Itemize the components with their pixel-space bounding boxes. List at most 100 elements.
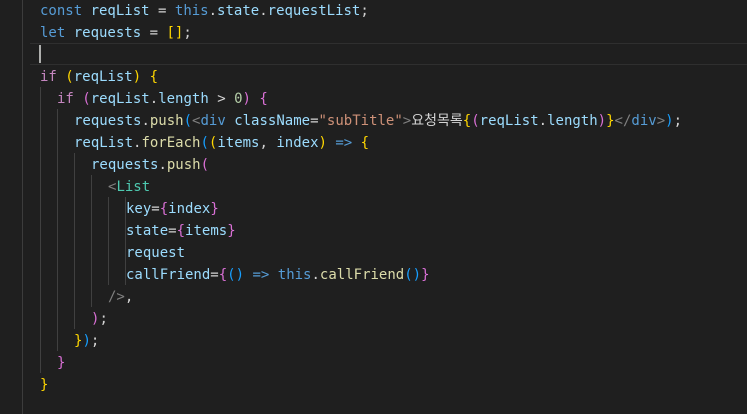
code-token: push xyxy=(166,157,201,173)
code-token: ( xyxy=(404,267,413,283)
code-token: } xyxy=(421,267,430,283)
code-token: . xyxy=(208,3,218,19)
code-token: { xyxy=(176,223,186,239)
code-token: { xyxy=(149,69,159,85)
code-token: => xyxy=(244,267,278,283)
code-line[interactable]: ); xyxy=(91,308,108,330)
code-token: 요청목록 xyxy=(411,113,463,129)
code-token: ( xyxy=(471,113,480,129)
code-token: const xyxy=(40,3,91,19)
code-token: . xyxy=(141,113,150,129)
indent-guide xyxy=(91,175,92,307)
code-token: if xyxy=(57,91,83,107)
code-token: . xyxy=(311,267,320,283)
code-token: reqList xyxy=(90,3,150,19)
indent-guide xyxy=(108,197,109,285)
code-line[interactable]: state={items} xyxy=(126,220,236,242)
code-token: items xyxy=(217,135,260,151)
code-token: requestList xyxy=(267,3,361,19)
code-token: ) xyxy=(665,113,674,129)
code-line[interactable]: if (reqList) { xyxy=(40,66,158,88)
code-token: = xyxy=(149,3,175,19)
code-token: state xyxy=(217,3,260,19)
code-token: ( xyxy=(200,135,209,151)
code-token: } xyxy=(40,377,49,393)
code-token: length xyxy=(547,113,598,129)
code-line[interactable]: />, xyxy=(108,286,133,308)
code-token: = xyxy=(141,25,167,41)
code-token: forEach xyxy=(141,135,201,151)
code-token: List xyxy=(116,179,151,195)
code-token: , xyxy=(124,289,134,305)
code-token: . xyxy=(259,3,268,19)
code-token: ( xyxy=(200,157,210,173)
code-token: ) xyxy=(412,267,422,283)
code-token: push xyxy=(149,113,184,129)
code-token: = xyxy=(310,113,319,129)
code-token: 0 xyxy=(234,91,243,107)
code-line[interactable]: if (reqList.length > 0) { xyxy=(57,88,268,110)
text-cursor xyxy=(39,45,41,63)
code-token: className xyxy=(234,113,311,129)
code-line[interactable]: callFriend={() => this.callFriend()} xyxy=(126,264,430,286)
code-line[interactable]: reqList.forEach((items, index) => { xyxy=(74,132,369,154)
code-line[interactable]: const reqList = this.state.requestList; xyxy=(40,0,369,22)
code-token: . xyxy=(149,91,159,107)
code-token: callFriend xyxy=(126,267,211,283)
code-token: { xyxy=(360,135,370,151)
code-token: ( xyxy=(82,91,91,107)
code-token: ) xyxy=(242,91,251,107)
code-token: let xyxy=(40,25,74,41)
code-line[interactable]: requests.push(<div className="subTitle">… xyxy=(74,110,682,132)
code-token: ; xyxy=(360,3,369,19)
indent-guide xyxy=(74,153,75,329)
code-token: "subTitle" xyxy=(318,113,403,129)
code-token: . xyxy=(158,157,167,173)
code-token: = xyxy=(151,201,160,217)
code-line[interactable]: } xyxy=(40,374,48,396)
code-token: key xyxy=(126,201,152,217)
code-token: ( xyxy=(183,113,193,129)
code-token: , xyxy=(259,135,277,151)
code-token: reqList xyxy=(90,91,150,107)
code-token: items xyxy=(185,223,228,239)
code-token: => xyxy=(326,135,361,151)
code-token: { xyxy=(218,267,228,283)
code-token: { xyxy=(259,91,268,107)
code-token: } xyxy=(606,113,615,129)
code-token: index xyxy=(276,135,319,151)
code-line[interactable]: request xyxy=(126,242,185,264)
code-token: { xyxy=(159,201,169,217)
code-token: div xyxy=(200,113,226,129)
code-token: requests xyxy=(73,25,142,41)
code-token: } xyxy=(57,355,66,371)
code-token: request xyxy=(126,245,186,261)
code-line[interactable]: let requests = []; xyxy=(40,22,192,44)
code-token: state xyxy=(126,223,169,239)
code-token: </ xyxy=(614,113,632,129)
code-token: ) xyxy=(318,135,327,151)
code-line[interactable]: } xyxy=(57,352,65,374)
code-token: { xyxy=(462,113,472,129)
code-token: div xyxy=(631,113,657,129)
code-token: . xyxy=(538,113,548,129)
code-token: ) xyxy=(597,113,607,129)
code-editor[interactable]: const reqList = this.state.requestList; l… xyxy=(0,0,747,414)
code-token: } xyxy=(210,201,219,217)
code-token: ) xyxy=(235,267,245,283)
code-token: callFriend xyxy=(319,267,405,283)
code-line[interactable]: requests.push( xyxy=(91,154,209,176)
gutter-divider xyxy=(22,0,23,414)
code-token: reqList xyxy=(74,135,134,151)
code-line[interactable]: <List xyxy=(108,176,150,198)
code-token: > xyxy=(656,113,666,129)
code-token: > xyxy=(402,113,412,129)
code-token: ( xyxy=(65,69,74,85)
code-token: = xyxy=(210,267,219,283)
code-line[interactable]: }); xyxy=(74,330,99,352)
code-token: > xyxy=(208,91,235,107)
code-token: = xyxy=(168,223,177,239)
code-line[interactable]: key={index} xyxy=(126,198,219,220)
code-token: ) xyxy=(132,69,142,85)
